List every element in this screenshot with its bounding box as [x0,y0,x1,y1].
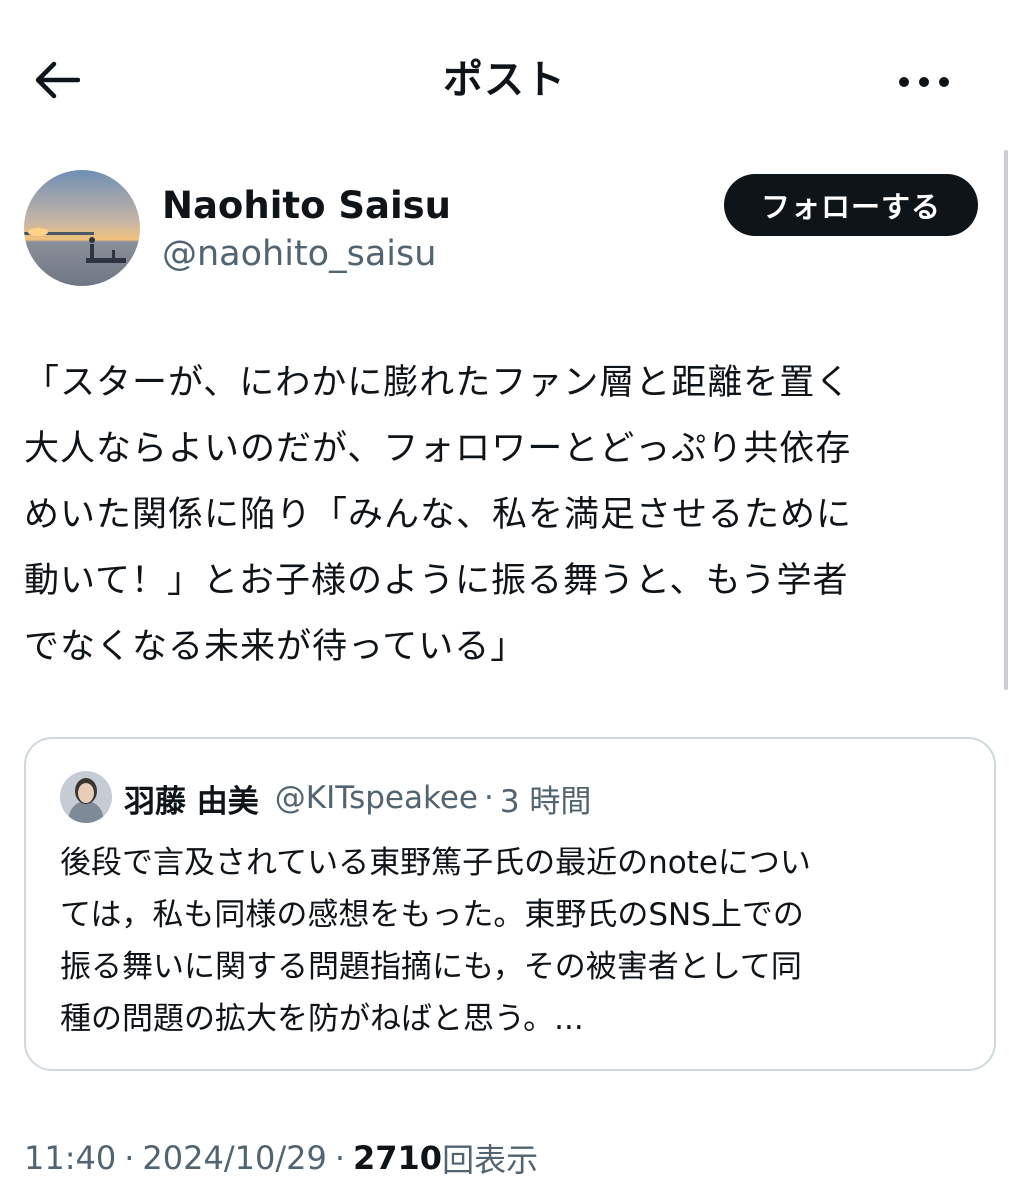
more-horizontal-icon [898,73,950,92]
quoted-author-name: 羽藤 由美 [124,783,259,820]
author-handle[interactable]: @naohito_saisu [162,230,436,278]
quoted-post-header: 羽藤 由美 @KITspeakee · 3 時間 [124,773,591,823]
post-meta: 11:40 · 2024/10/29 · 2710 回表示 [24,1132,538,1184]
top-bar: ポスト [0,0,1009,160]
more-options-button[interactable] [892,60,956,104]
meta-separator: · [124,1139,135,1177]
post-text: 「スターが、にわかに膨れたファン層と距離を置く 大人ならよいのだが、フォロワーと… [24,363,853,667]
quoted-post-time: 3 時間 [499,783,592,820]
post-date: 2024/10/29 [142,1139,327,1177]
page-title: ポスト [443,57,566,103]
views-label: 回表示 [442,1141,539,1179]
quoted-post-text: 後段で言及されている東野篤子氏の最近のnoteについ ては，私も同様の感想をもっ… [60,845,811,1037]
author-display-name[interactable]: Naohito Saisu [162,182,451,230]
quoted-post-card[interactable]: 羽藤 由美 @KITspeakee · 3 時間 後段で言及されている東野篤子氏… [24,737,996,1071]
post-time: 11:40 [24,1139,117,1177]
scrollbar[interactable] [1004,150,1008,690]
meta-separator: · [334,1139,345,1177]
quoted-author-avatar [60,771,112,823]
follow-button[interactable]: フォローする [724,174,978,236]
author-avatar[interactable] [24,170,140,286]
quoted-separator: · [483,780,494,816]
views-count[interactable]: 2710 [353,1139,442,1177]
quoted-author-handle: @KITspeakee [274,780,478,816]
